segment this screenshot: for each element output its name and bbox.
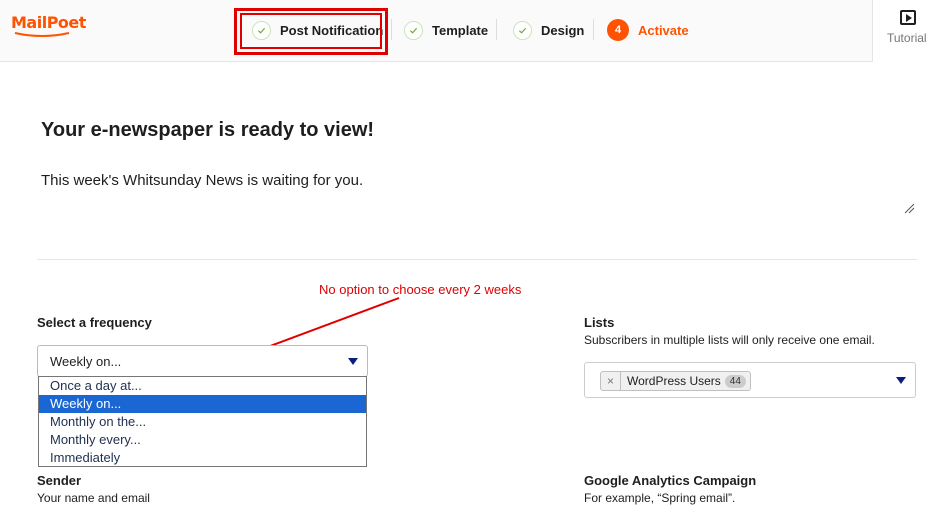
play-icon xyxy=(900,10,916,25)
step-label: Activate xyxy=(638,22,689,38)
sender-description: Your name and email xyxy=(37,491,150,505)
section-divider xyxy=(37,259,917,260)
logo-smile-icon xyxy=(14,32,70,37)
frequency-select[interactable]: Weekly on... xyxy=(37,345,368,377)
tutorial-button[interactable]: Tutorial xyxy=(872,0,930,62)
sender-label: Sender xyxy=(37,473,82,488)
resize-grip-icon[interactable] xyxy=(904,203,915,214)
frequency-selected-value: Weekly on... xyxy=(50,354,122,369)
frequency-dropdown: Once a day at... Weekly on... Monthly on… xyxy=(38,376,367,467)
google-analytics-description: For example, “Spring email”. xyxy=(584,491,736,505)
remove-tag-icon[interactable]: × xyxy=(601,372,621,390)
annotation-highlight-inner-box xyxy=(240,13,382,49)
lists-select[interactable]: × WordPress Users 44 xyxy=(584,362,916,398)
email-preheader-field[interactable]: This week's Whitsunday News is waiting f… xyxy=(41,172,363,189)
step-divider xyxy=(391,19,392,40)
frequency-option[interactable]: Once a day at... xyxy=(39,377,366,395)
step-divider xyxy=(496,19,497,40)
annotation-text: No option to choose every 2 weeks xyxy=(319,282,522,297)
frequency-option[interactable]: Immediately xyxy=(39,449,366,467)
google-analytics-label: Google Analytics Campaign xyxy=(584,473,757,488)
step-number-badge: 4 xyxy=(607,19,629,41)
chevron-down-icon xyxy=(348,358,358,365)
step-label: Design xyxy=(541,22,585,38)
chevron-down-icon xyxy=(896,377,906,384)
email-subject-field[interactable]: Your e-newspaper is ready to view! xyxy=(41,119,374,142)
lists-description: Subscribers in multiple lists will only … xyxy=(584,333,875,347)
list-tag-label: WordPress Users xyxy=(627,374,721,388)
tutorial-label: Tutorial xyxy=(887,31,927,45)
check-icon xyxy=(513,20,532,40)
frequency-option[interactable]: Monthly on the... xyxy=(39,413,366,431)
page: MailPoet Post Notification Template Desi… xyxy=(0,0,930,513)
frequency-option[interactable]: Monthly every... xyxy=(39,431,366,449)
frequency-option[interactable]: Weekly on... xyxy=(39,395,366,413)
step-label: Template xyxy=(432,22,489,38)
frequency-label: Select a frequency xyxy=(37,315,152,330)
step-template[interactable]: Template xyxy=(404,18,488,42)
step-activate[interactable]: 4 Activate xyxy=(607,18,689,42)
check-icon xyxy=(404,20,423,40)
list-tag-count: 44 xyxy=(724,374,746,388)
step-divider xyxy=(593,19,594,40)
step-design[interactable]: Design xyxy=(513,18,584,42)
list-tag: × WordPress Users 44 xyxy=(600,371,751,391)
top-bar: MailPoet Post Notification Template Desi… xyxy=(0,0,930,62)
mailpoet-logo[interactable]: MailPoet xyxy=(11,13,86,32)
lists-label: Lists xyxy=(584,315,615,330)
